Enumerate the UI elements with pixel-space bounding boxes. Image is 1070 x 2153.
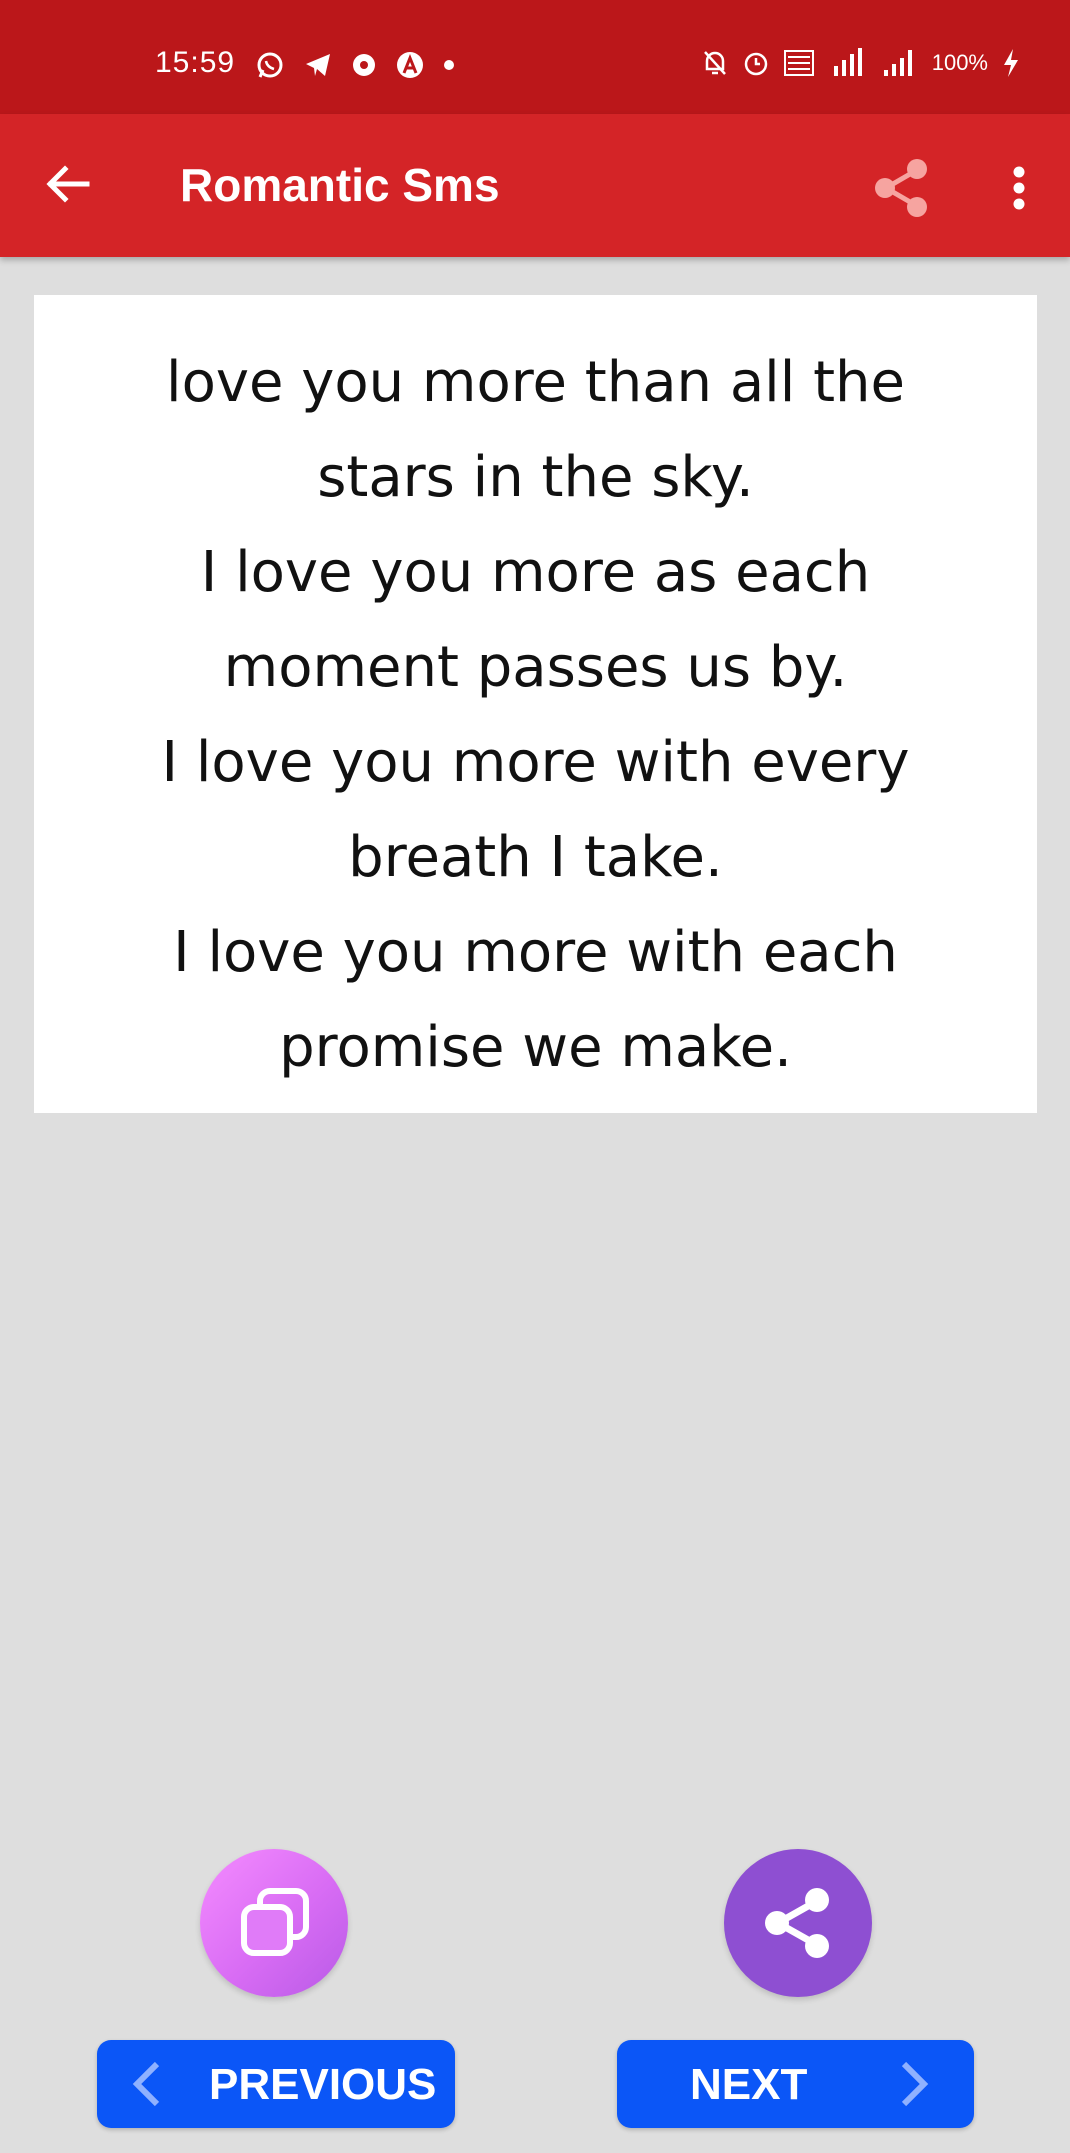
dot-icon bbox=[443, 59, 455, 71]
chevron-right-icon bbox=[901, 2061, 929, 2107]
volte-icon bbox=[783, 49, 814, 77]
chevron-left-icon bbox=[132, 2061, 160, 2107]
more-vert-icon bbox=[1013, 166, 1025, 210]
message-line: promise we make. bbox=[279, 1015, 792, 1080]
whatsapp-icon bbox=[255, 50, 285, 80]
alarm-icon bbox=[742, 49, 770, 77]
previous-button[interactable]: PREVIOUS bbox=[97, 2040, 455, 2128]
message-line: breath I take. bbox=[348, 825, 723, 890]
message-card: love you more than all the stars in the … bbox=[34, 295, 1037, 1113]
chrome-icon bbox=[351, 52, 377, 78]
page-title: Romantic Sms bbox=[180, 159, 500, 211]
share-button[interactable] bbox=[724, 1849, 872, 1997]
next-button[interactable]: NEXT bbox=[617, 2040, 974, 2128]
message-line: moment passes us by. bbox=[223, 635, 848, 700]
status-time: 15:59 bbox=[155, 46, 236, 79]
back-arrow-icon bbox=[46, 165, 90, 203]
share-icon bbox=[875, 159, 927, 217]
notification-icons bbox=[255, 50, 455, 80]
message-line: love you more than all the bbox=[166, 350, 905, 415]
copy-icon bbox=[241, 1888, 309, 1956]
mute-icon bbox=[702, 49, 728, 77]
telegram-icon bbox=[303, 50, 333, 80]
share-toolbar-button[interactable] bbox=[862, 148, 942, 228]
status-bar: 15:59 100% bbox=[0, 0, 1070, 114]
message-line: I love you more as each bbox=[200, 540, 871, 605]
charging-icon bbox=[1002, 48, 1020, 78]
system-status-icons: 100% bbox=[702, 48, 1020, 78]
battery-percent: 100% bbox=[931, 50, 988, 75]
back-button[interactable] bbox=[30, 146, 106, 222]
share-icon bbox=[765, 1888, 829, 1958]
signal-4g-icon bbox=[828, 48, 868, 78]
message-line: stars in the sky. bbox=[317, 445, 754, 510]
copy-button[interactable] bbox=[200, 1849, 348, 1997]
message-line: I love you more with each bbox=[173, 920, 898, 985]
arc-icon bbox=[395, 50, 425, 80]
message-line: I love you more with every bbox=[161, 730, 910, 795]
app-bar: Romantic Sms bbox=[0, 114, 1070, 257]
more-options-button[interactable] bbox=[994, 148, 1044, 228]
next-label: NEXT bbox=[690, 2060, 808, 2109]
signal-icon bbox=[882, 48, 918, 78]
previous-label: PREVIOUS bbox=[209, 2060, 437, 2109]
